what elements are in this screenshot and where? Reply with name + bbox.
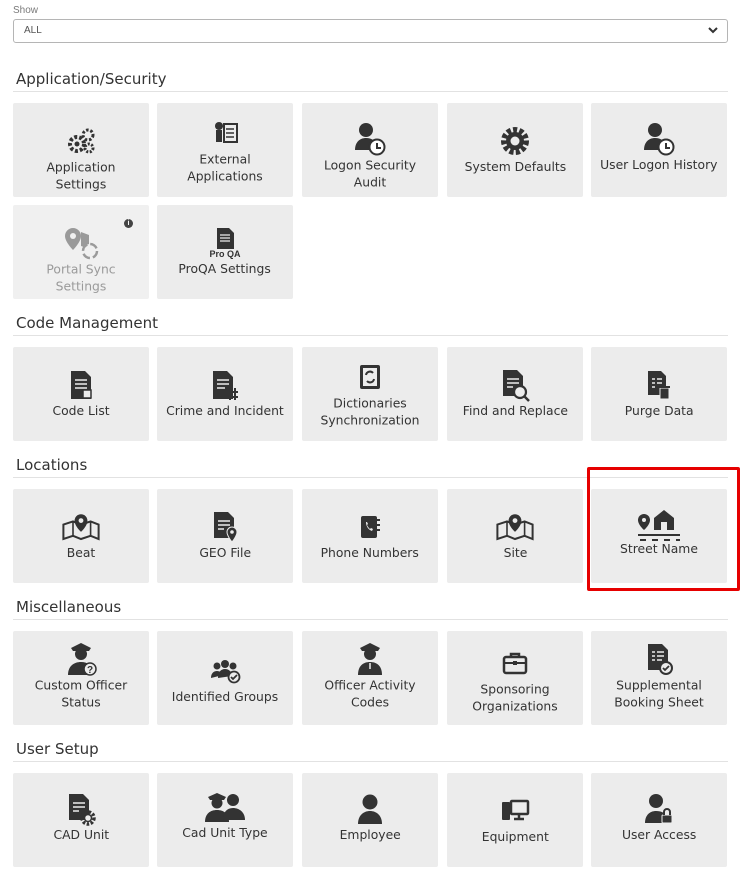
tile-label: GEO File xyxy=(199,546,251,561)
tile-label: Portal Sync Settings xyxy=(46,262,116,295)
document-trash-icon xyxy=(639,367,679,403)
officer-question-icon: ? xyxy=(61,641,101,677)
user-clock-icon xyxy=(350,121,390,157)
section-divider xyxy=(13,477,728,478)
tile-user-logon-history[interactable]: User Logon History xyxy=(591,103,727,197)
section-divider xyxy=(13,91,728,92)
tile-label: Application Settings xyxy=(46,160,116,193)
tile-label: Dictionaries Synchronization xyxy=(320,396,420,429)
tile-street-name[interactable]: Street Name xyxy=(591,489,727,583)
tile-site[interactable]: Site xyxy=(447,489,583,583)
tile-logon-security-audit[interactable]: Logon Security Audit xyxy=(302,103,438,197)
tile-label: External Applications xyxy=(187,152,263,185)
tile-label: Beat xyxy=(66,546,96,561)
tile-label: Find and Replace xyxy=(462,404,568,419)
tile-proqa-settings[interactable]: Pro QA ProQA Settings xyxy=(157,205,293,299)
tile-label: Equipment xyxy=(481,830,549,845)
user-icon xyxy=(350,791,390,827)
tile-crime-and-incident[interactable]: Crime and Incident xyxy=(157,347,293,441)
document-pin-icon xyxy=(205,509,245,545)
svg-text:?: ? xyxy=(87,665,93,676)
proqa-badge: Pro QA xyxy=(209,249,241,259)
proqa-document-icon: Pro QA xyxy=(205,225,245,261)
section-divider xyxy=(13,619,728,620)
gear-icon xyxy=(495,123,535,159)
tile-geo-file[interactable]: GEO File xyxy=(157,489,293,583)
tile-label: Employee xyxy=(339,828,401,843)
id-badge-checklist-icon xyxy=(205,115,245,151)
section-title-user-setup: User Setup xyxy=(16,740,99,758)
section-divider xyxy=(13,335,728,336)
tile-label: Supplemental Booking Sheet xyxy=(614,678,704,711)
document-list-icon xyxy=(61,367,101,403)
document-search-icon xyxy=(495,367,535,403)
tile-label: Logon Security Audit xyxy=(323,158,417,191)
map-pin-icon xyxy=(61,509,101,545)
book-sync-icon xyxy=(350,359,390,395)
tile-label: System Defaults xyxy=(464,160,566,175)
tile-phone-numbers[interactable]: Phone Numbers xyxy=(302,489,438,583)
show-select-value: ALL xyxy=(24,25,42,36)
tile-user-access[interactable]: User Access xyxy=(591,773,727,867)
map-pin-sync-icon xyxy=(61,225,101,261)
tile-supplemental-booking-sheet[interactable]: Supplemental Booking Sheet xyxy=(591,631,727,725)
chevron-down-icon xyxy=(707,20,719,49)
tile-label: Street Name xyxy=(620,542,698,557)
computer-phone-icon xyxy=(495,793,535,829)
tile-label: ProQA Settings xyxy=(178,262,272,277)
document-check-icon xyxy=(639,641,679,677)
tile-label: Purge Data xyxy=(624,404,694,419)
tile-cad-unit-type[interactable]: Cad Unit Type xyxy=(157,773,293,867)
phone-book-icon xyxy=(350,509,390,545)
tile-label: User Logon History xyxy=(600,158,718,173)
show-label: Show xyxy=(13,5,39,16)
user-clock-icon xyxy=(639,121,679,157)
tile-label: CAD Unit xyxy=(53,828,109,843)
tile-find-and-replace[interactable]: Find and Replace xyxy=(447,347,583,441)
tile-officer-activity-codes[interactable]: Officer Activity Codes xyxy=(302,631,438,725)
street-house-icon xyxy=(634,505,684,541)
tile-code-list[interactable]: Code List xyxy=(13,347,149,441)
tile-external-applications[interactable]: External Applications xyxy=(157,103,293,197)
tile-portal-sync-settings[interactable]: i Portal Sync Settings xyxy=(13,205,149,299)
document-hash-icon xyxy=(205,367,245,403)
tile-label: Crime and Incident xyxy=(166,404,284,419)
tile-dictionaries-synchronization[interactable]: Dictionaries Synchronization xyxy=(302,347,438,441)
officers-icon xyxy=(203,789,247,825)
tile-label: Sponsoring Organizations xyxy=(472,682,558,715)
tile-beat[interactable]: Beat xyxy=(13,489,149,583)
tile-label: Officer Activity Codes xyxy=(324,678,416,711)
tile-label: Phone Numbers xyxy=(320,546,420,561)
tile-equipment[interactable]: Equipment xyxy=(447,773,583,867)
tile-label: Identified Groups xyxy=(171,690,279,705)
section-title-miscellaneous: Miscellaneous xyxy=(16,598,122,616)
tile-label: Code List xyxy=(52,404,110,419)
tile-label: Site xyxy=(503,546,527,561)
tile-system-defaults[interactable]: System Defaults xyxy=(447,103,583,197)
section-title-application-security: Application/Security xyxy=(16,70,167,88)
show-select[interactable]: ALL xyxy=(13,19,728,43)
info-icon[interactable]: i xyxy=(124,219,133,228)
briefcase-icon xyxy=(495,645,535,681)
gears-icon xyxy=(61,123,101,159)
section-divider xyxy=(13,761,728,762)
tile-cad-unit[interactable]: CAD Unit xyxy=(13,773,149,867)
section-title-locations: Locations xyxy=(16,456,88,474)
tile-label: User Access xyxy=(621,828,697,843)
document-gear-icon xyxy=(61,791,101,827)
map-pin-icon xyxy=(495,509,535,545)
tile-purge-data[interactable]: Purge Data xyxy=(591,347,727,441)
group-check-icon xyxy=(205,653,245,689)
section-title-code-management: Code Management xyxy=(16,314,158,332)
tile-sponsoring-organizations[interactable]: Sponsoring Organizations xyxy=(447,631,583,725)
tile-custom-officer-status[interactable]: ? Custom Officer Status xyxy=(13,631,149,725)
tile-application-settings[interactable]: Application Settings xyxy=(13,103,149,197)
tile-label: Custom Officer Status xyxy=(34,678,128,711)
user-lock-icon xyxy=(639,791,679,827)
tile-label: Cad Unit Type xyxy=(182,826,268,841)
tile-identified-groups[interactable]: Identified Groups xyxy=(157,631,293,725)
tile-employee[interactable]: Employee xyxy=(302,773,438,867)
officer-icon xyxy=(350,641,390,677)
